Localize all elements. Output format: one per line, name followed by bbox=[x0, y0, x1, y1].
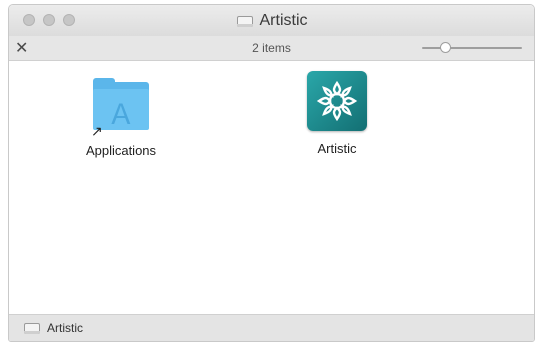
slider-track bbox=[422, 47, 522, 49]
title-bar[interactable]: Artistic bbox=[9, 5, 534, 37]
file-browser-area: Ａ ↗ Applications Artistic bbox=[9, 61, 534, 315]
file-label: Applications bbox=[85, 143, 157, 158]
file-item-applications[interactable]: Ａ ↗ Applications bbox=[61, 73, 181, 158]
alias-arrow-icon: ↗ bbox=[91, 123, 103, 139]
file-item-artistic[interactable]: Artistic bbox=[277, 71, 397, 156]
applications-folder-icon: Ａ ↗ bbox=[89, 73, 153, 139]
disk-icon bbox=[236, 13, 254, 29]
window-title-group: Artistic bbox=[9, 11, 534, 31]
icon-size-slider[interactable] bbox=[422, 42, 522, 54]
disk-icon bbox=[23, 320, 41, 336]
toolbar: ✕ 2 items bbox=[9, 36, 534, 61]
path-bar: Artistic bbox=[9, 314, 534, 341]
finder-window: Artistic ✕ 2 items Ａ ↗ Applications Arti… bbox=[8, 4, 535, 342]
file-label: Artistic bbox=[317, 141, 357, 156]
slider-thumb[interactable] bbox=[439, 42, 451, 53]
path-item[interactable]: Artistic bbox=[47, 321, 83, 335]
window-title: Artistic bbox=[259, 12, 308, 29]
artistic-app-icon bbox=[305, 71, 369, 135]
